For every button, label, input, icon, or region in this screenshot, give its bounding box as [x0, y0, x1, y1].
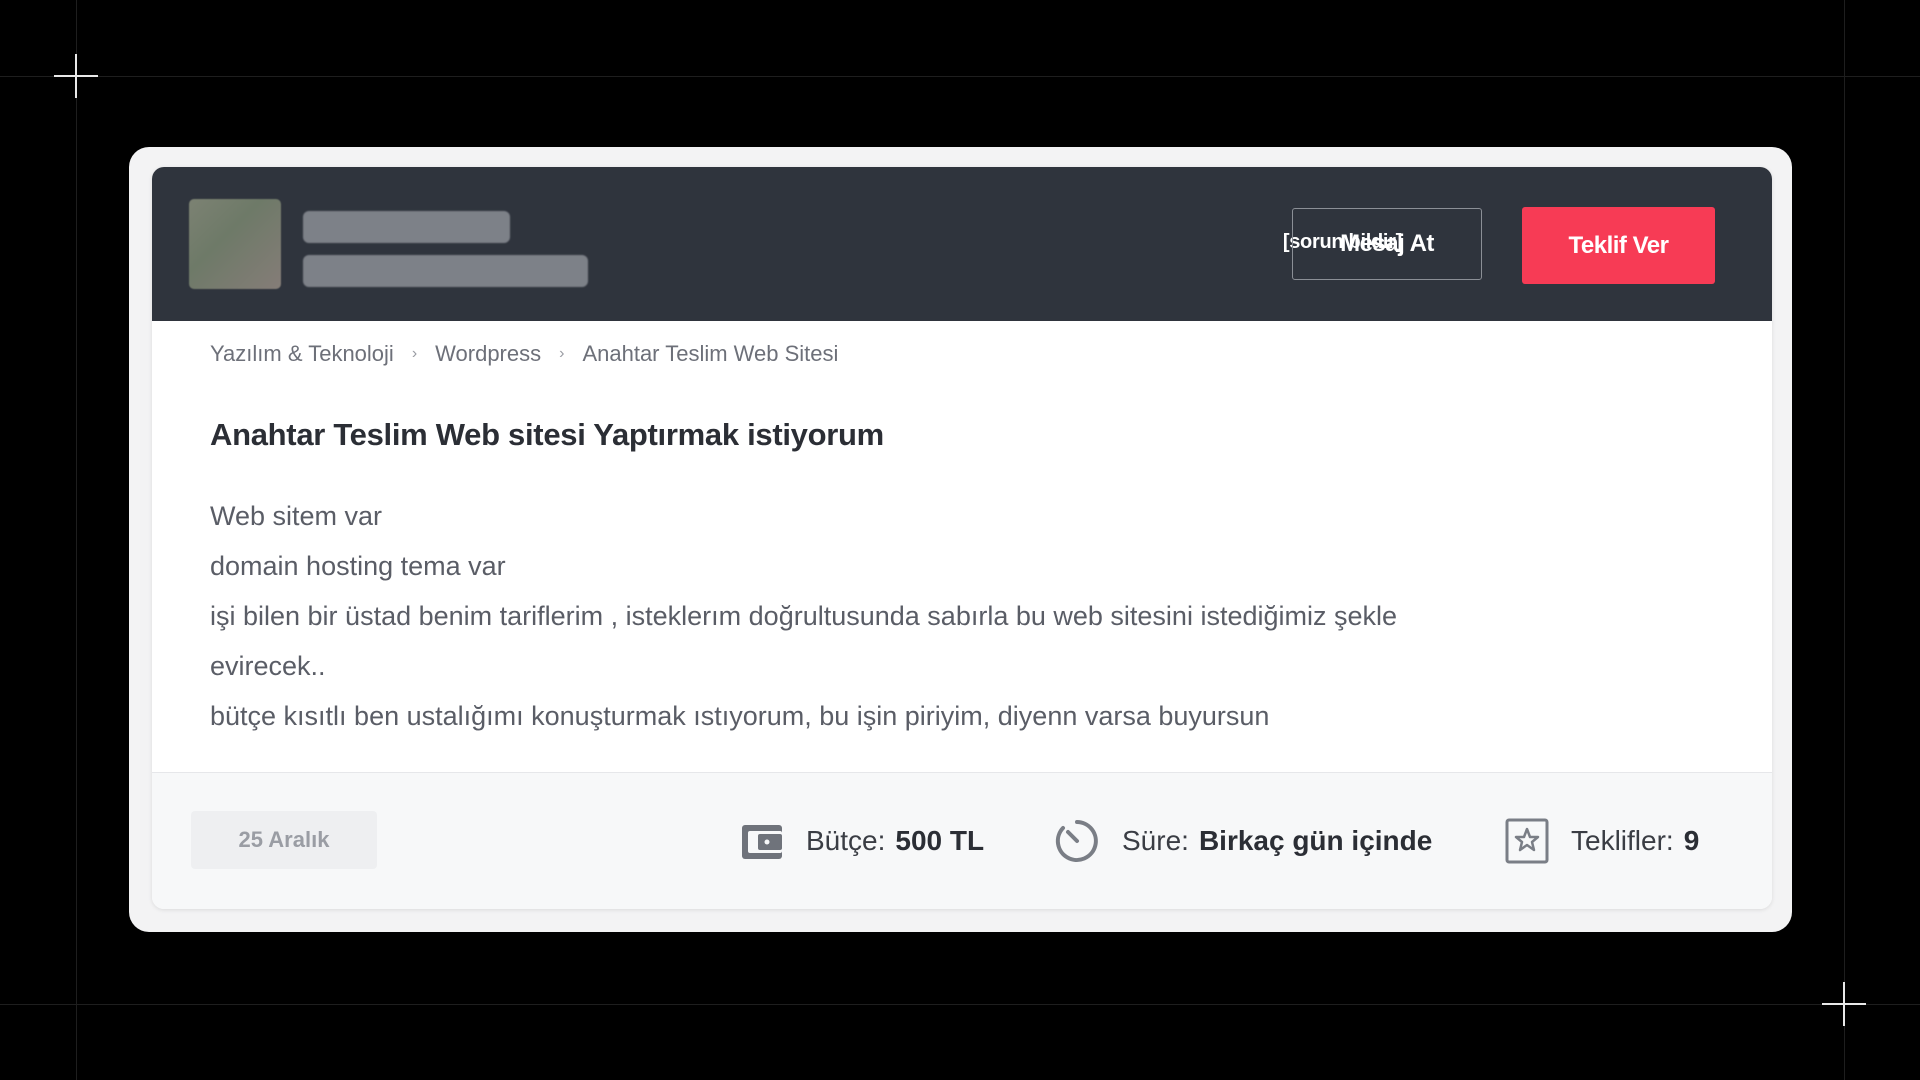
breadcrumb-item-subcategory[interactable]: Wordpress: [435, 341, 541, 367]
user-subtitle-redacted: [303, 255, 588, 287]
breadcrumb: Yazılım & Teknoloji › Wordpress › Anahta…: [210, 341, 838, 367]
send-message-button[interactable]: Mesaj At: [1292, 208, 1482, 280]
guide-line-bottom: [0, 1004, 1920, 1005]
offers-label: Teklifler:: [1571, 825, 1674, 856]
breadcrumb-item-category[interactable]: Yazılım & Teknoloji: [210, 341, 394, 367]
card-footer: 25 Aralık Bütçe: 500 TL Süre: Birkaç gün…: [152, 772, 1772, 909]
job-card: [sorun bildir] Mesaj At Teklif Ver Yazıl…: [152, 167, 1772, 909]
job-title: Anahtar Teslim Web sitesi Yaptırmak isti…: [210, 417, 884, 452]
wallet-icon: [740, 819, 784, 863]
budget-label: Bütçe:: [806, 825, 886, 856]
chevron-right-icon: ›: [559, 345, 565, 362]
card-header: [sorun bildir] Mesaj At Teklif Ver: [152, 167, 1772, 321]
crosshair-top-left: [54, 54, 98, 98]
duration-stat: Süre: Birkaç gün içinde: [1054, 815, 1432, 867]
date-badge: 25 Aralık: [191, 811, 377, 869]
description-line: bütçe kısıtlı ben ustalığımı konuşturmak…: [210, 701, 1270, 731]
offers-stat: Teklifler: 9: [1505, 815, 1699, 867]
description-line: evirecek..: [210, 651, 326, 681]
budget-stat: Bütçe: 500 TL: [740, 815, 984, 867]
description-line: domain hosting tema var: [210, 551, 506, 581]
guide-line-left: [76, 0, 77, 1080]
job-description: Web sitem var domain hosting tema var iş…: [210, 491, 1710, 741]
description-line: Web sitem var: [210, 501, 383, 531]
guide-line-top: [0, 76, 1920, 77]
star-icon: [1505, 818, 1549, 864]
username-redacted: [303, 211, 510, 243]
crosshair-bottom-right: [1822, 982, 1866, 1026]
avatar[interactable]: [189, 199, 281, 289]
breadcrumb-item-service[interactable]: Anahtar Teslim Web Sitesi: [582, 341, 838, 367]
chevron-right-icon: ›: [411, 345, 418, 362]
description-line: işi bilen bir üstad benim tariflerim , i…: [210, 601, 1398, 631]
duration-label: Süre:: [1122, 825, 1189, 856]
offers-value: 9: [1683, 825, 1700, 856]
budget-value: 500 TL: [895, 825, 985, 856]
duration-value: Birkaç gün içinde: [1198, 825, 1433, 856]
make-offer-button[interactable]: Teklif Ver: [1522, 207, 1715, 284]
guide-line-right: [1844, 0, 1845, 1080]
timer-icon: [1054, 818, 1100, 864]
